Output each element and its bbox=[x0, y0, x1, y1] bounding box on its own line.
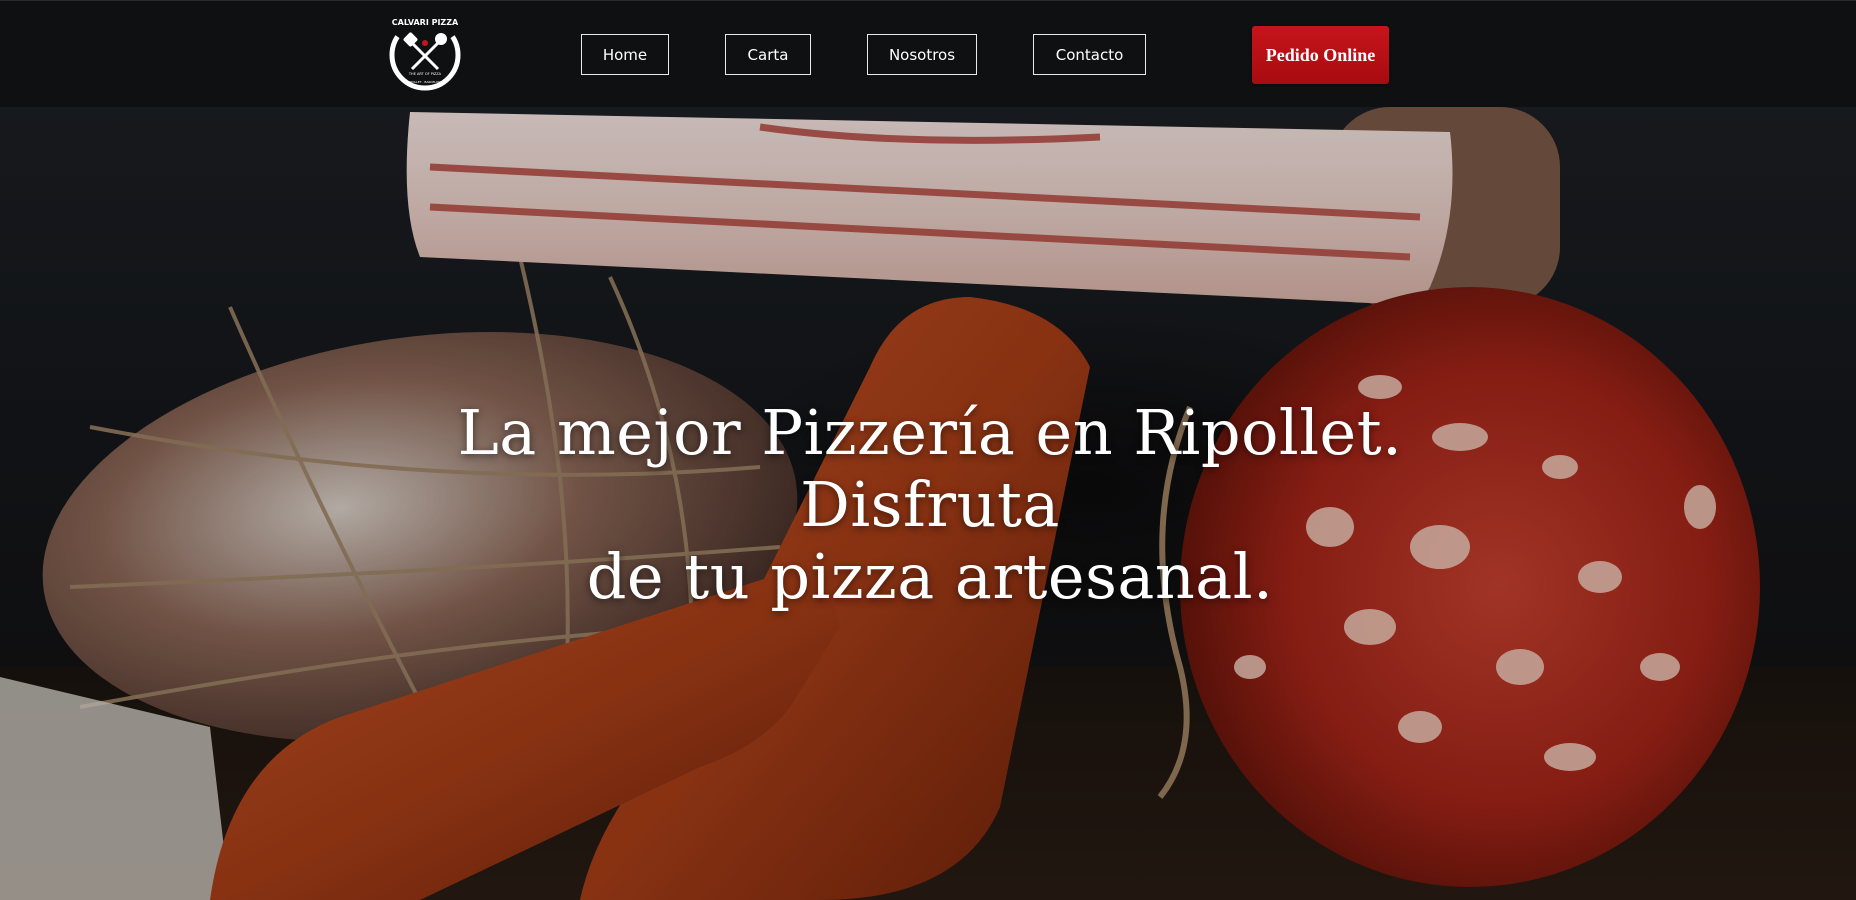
hero-headline: La mejor Pizzería en Ripollet. Disfruta … bbox=[330, 397, 1530, 613]
nav-contacto-button[interactable]: Contacto bbox=[1033, 34, 1146, 75]
nav-home-button[interactable]: Home bbox=[581, 34, 669, 75]
nav-carta-button[interactable]: Carta bbox=[725, 34, 811, 75]
hero-headline-line-1: La mejor Pizzería en Ripollet. Disfruta bbox=[457, 396, 1403, 541]
svg-text:THE ART OF PIZZA: THE ART OF PIZZA bbox=[408, 72, 442, 76]
site-header: CALVARI PIZZA THE ART OF PIZZA RIPOLLET … bbox=[0, 0, 1856, 107]
nav-nosotros-button[interactable]: Nosotros bbox=[867, 34, 977, 75]
pedido-online-button[interactable]: Pedido Online bbox=[1252, 26, 1389, 84]
logo-emblem-icon: CALVARI PIZZA THE ART OF PIZZA RIPOLLET … bbox=[389, 16, 461, 91]
hero-banner: La mejor Pizzería en Ripollet. Disfruta … bbox=[0, 107, 1856, 900]
svg-text:CALVARI PIZZA: CALVARI PIZZA bbox=[392, 18, 459, 27]
calvari-pizza-logo[interactable]: CALVARI PIZZA THE ART OF PIZZA RIPOLLET … bbox=[386, 11, 464, 95]
hero-headline-line-2: de tu pizza artesanal. bbox=[586, 540, 1274, 613]
svg-text:RIPOLLET · BARCELONA: RIPOLLET · BARCELONA bbox=[407, 80, 443, 84]
